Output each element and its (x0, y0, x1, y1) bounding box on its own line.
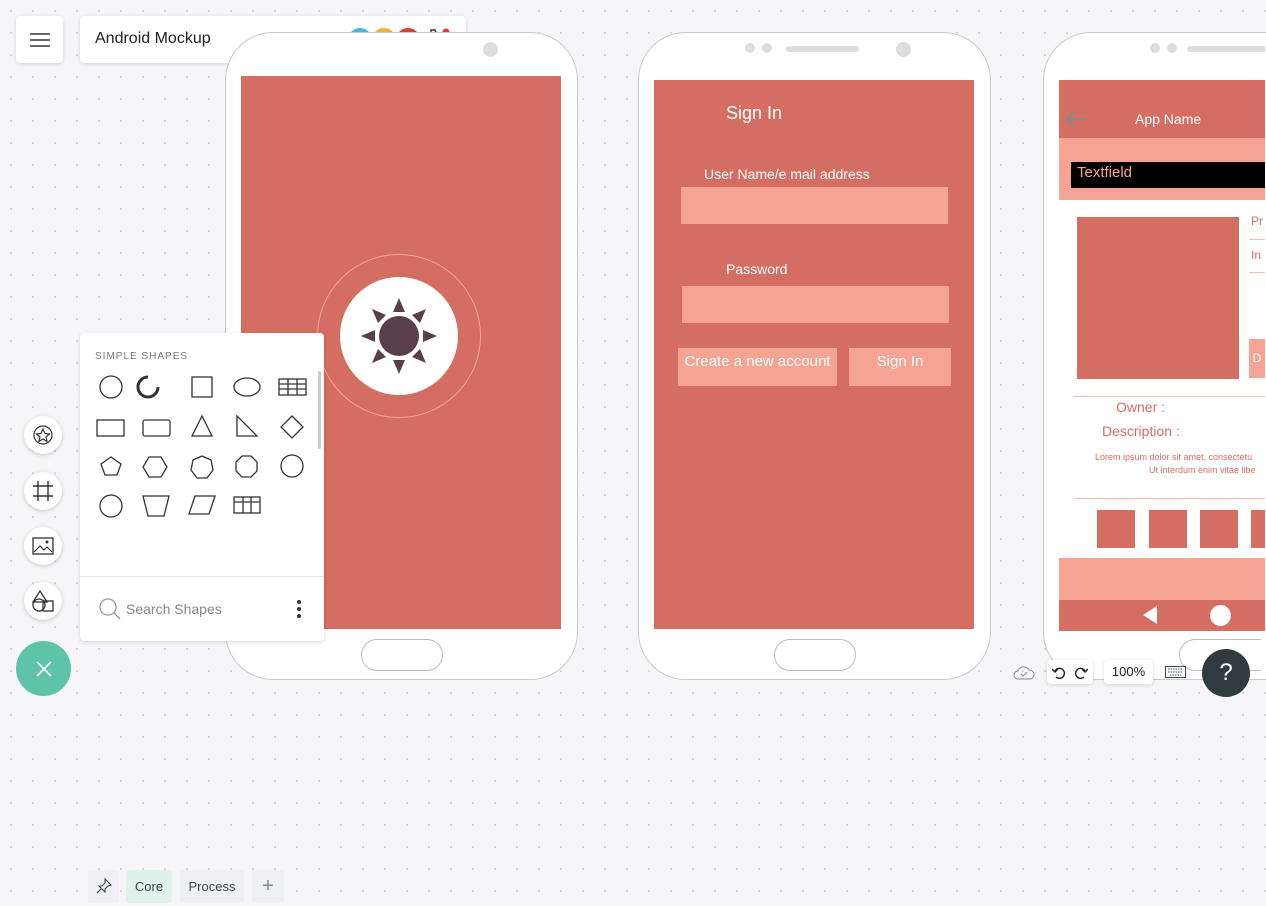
close-panel-button[interactable] (16, 641, 71, 696)
heptagon-shape-icon (190, 455, 214, 479)
thumbnail (1200, 510, 1238, 548)
right-triangle-shape-icon (236, 414, 259, 437)
sensor (1150, 43, 1160, 53)
square-shape-icon (191, 376, 213, 398)
table-shape-icon (278, 378, 307, 396)
divider (1249, 272, 1265, 273)
circle-shape-icon (99, 375, 123, 399)
password-input[interactable] (682, 286, 949, 323)
home-button (774, 639, 856, 671)
create-account-button[interactable]: Create a new account (678, 348, 837, 386)
lorem-text: Ut interdum enim vitae libe (1149, 465, 1256, 475)
camera (483, 42, 498, 57)
grid-shape-icon (233, 496, 261, 514)
thumbnail (1149, 510, 1187, 548)
rectangle-shape-icon (96, 419, 125, 437)
image-tool[interactable] (24, 527, 62, 565)
more-options-icon[interactable] (296, 599, 302, 619)
diamond-shape-icon (280, 415, 304, 439)
textfield[interactable]: Textfield (1071, 162, 1265, 188)
document-title[interactable]: Android Mockup (95, 30, 211, 48)
close-icon (35, 660, 52, 677)
sensor (1167, 43, 1177, 53)
side-label: In (1251, 248, 1262, 262)
description-label: Description : (1102, 423, 1180, 439)
tab-process[interactable]: Process (180, 870, 244, 903)
image-icon (32, 537, 54, 555)
app-bar (1059, 80, 1265, 138)
speaker (1187, 46, 1265, 52)
pin-tab[interactable] (88, 870, 119, 903)
arc-shape-icon (136, 375, 160, 399)
pentagon-shape-icon (100, 456, 122, 476)
divider (80, 576, 324, 577)
star-shape-icon (33, 425, 53, 445)
lorem-text: Lorem ipsum dolor sit amet, consectetu (1095, 452, 1253, 462)
side-button[interactable]: D (1249, 339, 1265, 378)
section-title: SIMPLE SHAPES (95, 351, 189, 362)
help-button[interactable]: ? (1202, 649, 1250, 697)
shape-grid (96, 375, 307, 518)
phone-mockup-sign-in[interactable]: Sign In User Name/e mail address Passwor… (638, 32, 991, 680)
image-placeholder (1077, 217, 1239, 379)
nav-bar (1059, 600, 1265, 631)
shapes-panel: SIMPLE SHAPES Core Process + Search Shap… (80, 333, 324, 903)
divider (1249, 239, 1265, 240)
menu-button[interactable] (16, 16, 63, 63)
divider (1074, 498, 1265, 499)
octagon-shape-icon (235, 455, 258, 478)
add-library-button[interactable]: + (252, 870, 284, 903)
redo-icon[interactable] (1074, 665, 1088, 679)
sensor (745, 43, 755, 53)
shapes-tool[interactable] (24, 582, 62, 620)
app-name: App Name (1135, 111, 1202, 127)
nav-home-icon[interactable] (1210, 605, 1231, 626)
nav-back-icon[interactable] (1141, 605, 1159, 625)
hamburger-icon (29, 32, 50, 47)
zoom-level[interactable]: 100% (1104, 660, 1153, 684)
search-shapes-input[interactable]: Search Shapes (126, 601, 222, 617)
sensor (762, 43, 772, 53)
speaker (786, 46, 859, 52)
keyboard-icon[interactable] (1165, 666, 1186, 678)
owner-label: Owner : (1116, 399, 1166, 415)
ellipse-shape-icon (233, 377, 261, 397)
circle-shape-icon (99, 494, 123, 518)
password-label: Password (726, 261, 788, 277)
bottom-band (1059, 558, 1265, 600)
splash-logo (340, 277, 458, 395)
thumbnail (1097, 510, 1135, 548)
shapes-icon (31, 590, 54, 612)
frame-icon (33, 481, 53, 501)
back-arrow-icon[interactable] (1064, 110, 1088, 128)
username-label: User Name/e mail address (704, 166, 870, 182)
app-screen: App Name Textfield Pr In D Owner : Descr… (1059, 80, 1265, 631)
camera (896, 42, 911, 57)
side-label: Pr (1251, 214, 1263, 228)
sun-icon (361, 298, 437, 374)
search-icon (99, 598, 121, 620)
triangle-shape-icon (190, 414, 214, 437)
home-button (361, 639, 443, 671)
frame-tool[interactable] (24, 472, 62, 510)
undo-redo-group (1047, 660, 1093, 684)
undo-icon[interactable] (1052, 665, 1066, 679)
decagon-shape-icon (280, 454, 304, 478)
sign-in-title: Sign In (726, 103, 783, 123)
rounded-rectangle-shape-icon (142, 419, 171, 437)
tab-core[interactable]: Core (126, 870, 172, 903)
parallelogram-shape-icon (188, 495, 216, 515)
scrollbar[interactable] (318, 371, 321, 449)
thumbnail (1251, 510, 1265, 548)
phone-mockup-app[interactable]: App Name Textfield Pr In D Owner : Descr… (1043, 32, 1266, 680)
trapezoid-shape-icon (142, 495, 170, 517)
username-input[interactable] (681, 187, 948, 224)
hexagon-shape-icon (142, 456, 168, 478)
divider (1074, 396, 1265, 397)
shapes-star-tool[interactable] (24, 416, 62, 454)
pin-icon (96, 877, 112, 894)
sign-in-button[interactable]: Sign In (849, 348, 951, 386)
cloud-saved-icon (1013, 666, 1035, 680)
